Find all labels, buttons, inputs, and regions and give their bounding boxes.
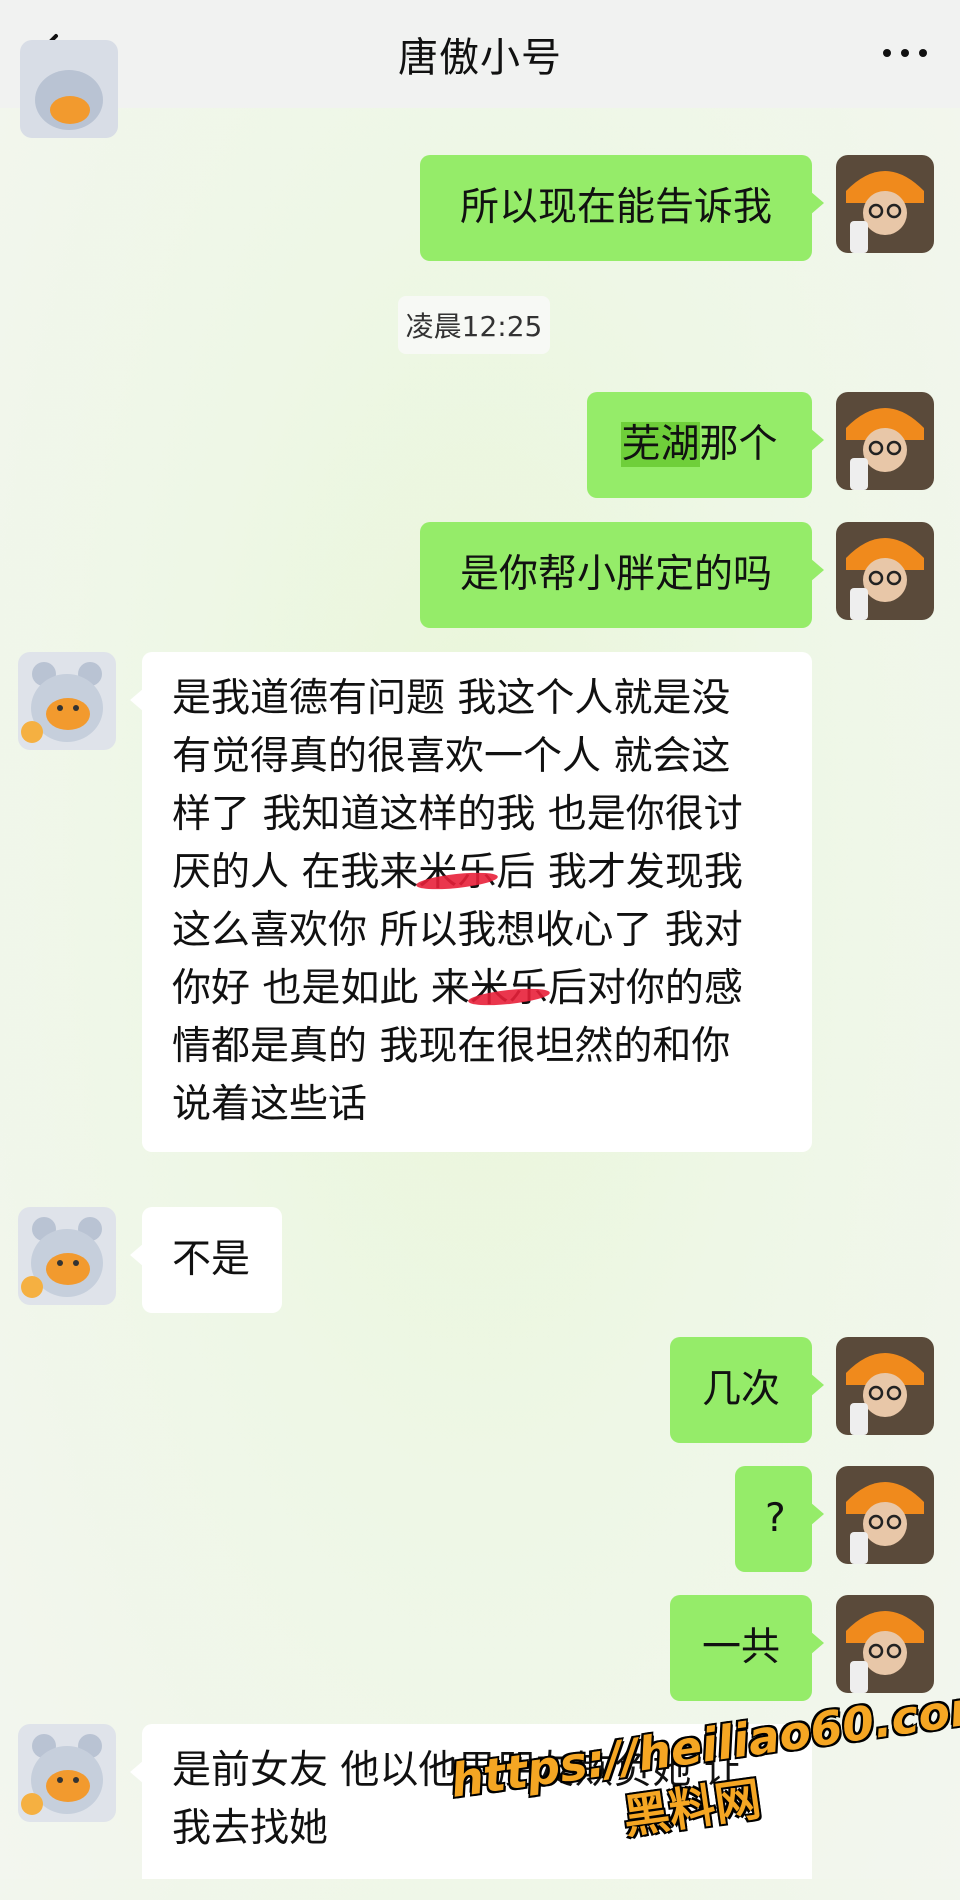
message-line: 你好 也是如此 来米乐后对你的感 <box>172 966 743 1011</box>
chat-header: 唐傲小号 <box>0 0 960 108</box>
contact-avatar[interactable] <box>18 1724 116 1822</box>
user-avatar[interactable] <box>836 1595 934 1693</box>
chat-title: 唐傲小号 <box>398 35 562 81</box>
user-avatar[interactable] <box>836 392 934 490</box>
message-line: 我去找她 <box>172 1806 329 1851</box>
message-bubble-sent[interactable]: 几次 <box>670 1337 824 1443</box>
message-line: 有觉得真的很喜欢一个人 就会这 <box>172 734 731 779</box>
message-line: 是前女友 他以他男朋友欺负她 让 <box>172 1748 743 1793</box>
user-avatar[interactable] <box>836 1337 934 1435</box>
user-avatar[interactable] <box>836 155 934 253</box>
message-bubble-sent[interactable]: 芜湖那个 <box>587 392 824 498</box>
message-line: 样了 我知道这样的我 也是你很讨 <box>172 792 743 837</box>
redaction-mark: 米乐 <box>469 966 548 1011</box>
message-bubble-received[interactable]: 是前女友 他以他男朋友欺负她 让 我去找她 <box>130 1724 812 1879</box>
contact-avatar[interactable] <box>20 40 118 138</box>
contact-avatar[interactable] <box>18 652 116 750</box>
message-bubble-received[interactable]: 不是 <box>130 1207 282 1313</box>
message-line: 情都是真的 我现在很坦然的和你 <box>172 1024 731 1069</box>
message-timestamp: 凌晨12:25 <box>398 296 550 354</box>
message-text: 那个 <box>699 422 778 467</box>
message-bubble-sent[interactable]: 所以现在能告诉我 <box>420 155 824 261</box>
message-bubble-sent[interactable]: 一共 <box>670 1595 824 1701</box>
more-dots-icon[interactable] <box>878 42 934 62</box>
message-line: 是我道德有问题 我这个人就是没 <box>172 676 731 721</box>
message-line: 这么喜欢你 所以我想收心了 我对 <box>172 908 743 953</box>
message-bubble-sent[interactable]: ? <box>735 1466 824 1572</box>
contact-avatar[interactable] <box>18 1207 116 1305</box>
redaction-mark: 米乐 <box>418 850 497 895</box>
message-bubble-received[interactable]: 是我道德有问题 我这个人就是没 有觉得真的很喜欢一个人 就会这 样了 我知道这样… <box>130 652 812 1152</box>
user-avatar[interactable] <box>836 1466 934 1564</box>
message-line: 说着这些话 <box>172 1082 368 1127</box>
message-bubble-sent[interactable]: 是你帮小胖定的吗 <box>420 522 824 628</box>
message-line: 厌的人 在我来米乐后 我才发现我 <box>172 850 743 895</box>
highlighted-text: 芜湖 <box>621 422 700 467</box>
user-avatar[interactable] <box>836 522 934 620</box>
